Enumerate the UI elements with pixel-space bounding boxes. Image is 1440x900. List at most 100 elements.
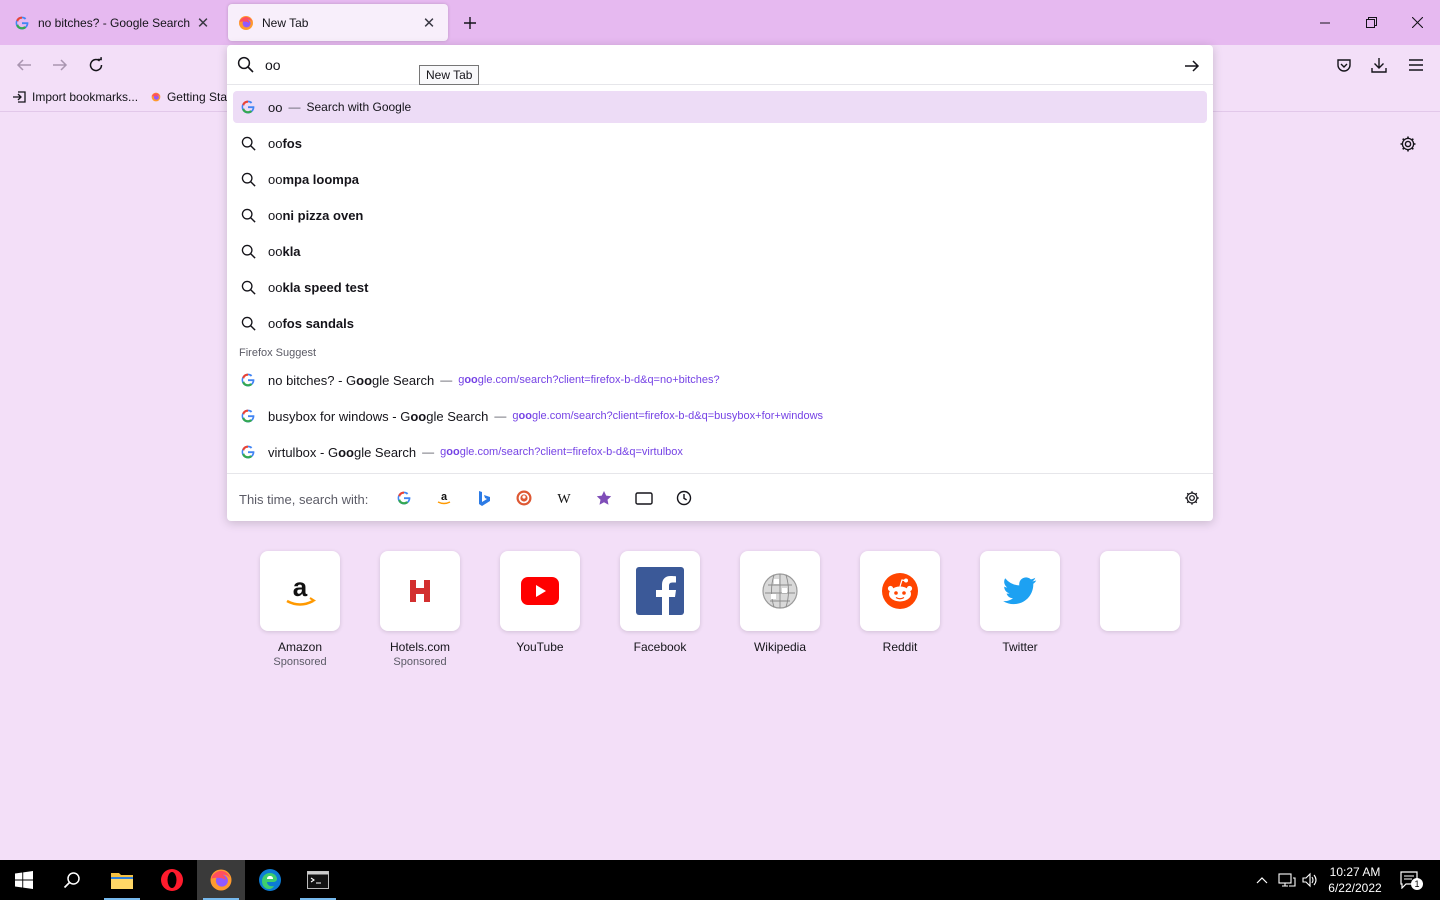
firefox-icon <box>151 92 161 102</box>
duckduckgo-icon[interactable] <box>513 487 535 509</box>
opera-button[interactable] <box>148 860 196 900</box>
history-url: google.com/search?client=firefox-b-d&q=b… <box>512 410 824 422</box>
import-icon <box>13 91 26 103</box>
firefox-taskbar-button[interactable] <box>197 860 245 900</box>
suggestion-row[interactable]: oo kla <box>233 235 1207 267</box>
result-search-with-google[interactable]: oo — Search with Google <box>233 91 1207 123</box>
firefox-icon <box>210 869 232 891</box>
history-icon[interactable] <box>673 487 695 509</box>
wikipedia-icon[interactable]: W <box>553 487 575 509</box>
suggestion-completion: ni pizza oven <box>282 207 364 223</box>
system-clock[interactable]: 10:27 AM 6/22/2022 <box>1322 864 1388 896</box>
svg-text:a: a <box>293 572 308 602</box>
tab-google-search[interactable]: no bitches? - Google Search ✕ <box>4 4 222 41</box>
gear-icon <box>1400 136 1416 152</box>
show-hidden-icons-button[interactable] <box>1252 870 1272 890</box>
action-center-button[interactable]: 1 <box>1398 870 1423 890</box>
terminal-icon <box>307 871 329 889</box>
windows-taskbar: 10:27 AM 6/22/2022 1 <box>0 860 1440 900</box>
amazon-icon[interactable]: a <box>433 487 455 509</box>
svg-text:a: a <box>441 491 448 503</box>
suggestion-row[interactable]: oo kla speed test <box>233 271 1207 303</box>
top-site-youtube[interactable]: YouTube <box>500 551 580 654</box>
bookmark-getting-started[interactable]: Getting Sta <box>151 90 227 104</box>
tile-label: Facebook <box>633 640 687 654</box>
network-button[interactable] <box>1277 870 1297 890</box>
minimize-button[interactable] <box>1302 0 1348 45</box>
restore-button[interactable] <box>1348 0 1394 45</box>
terminal-button[interactable] <box>294 860 342 900</box>
tabs-icon[interactable] <box>633 487 655 509</box>
suggestion-typed: oo <box>268 135 283 151</box>
bookmark-label: Import bookmarks... <box>32 90 139 104</box>
close-window-button[interactable] <box>1394 0 1440 45</box>
history-row[interactable]: virtulbox - Google Search — google.com/s… <box>233 436 1207 468</box>
top-site-amazon[interactable]: a Amazon Sponsored <box>260 551 340 668</box>
speaker-icon <box>1302 872 1317 888</box>
suggestion-completion: mpa loompa <box>282 171 360 187</box>
search-settings-gear-icon[interactable] <box>1181 487 1203 509</box>
suggestion-typed: oo <box>268 279 283 295</box>
suggestion-row[interactable]: oo fos sandals <box>233 307 1207 339</box>
folder-icon <box>111 873 133 889</box>
facebook-icon <box>620 551 700 631</box>
suggestion-completion: kla <box>282 243 301 259</box>
suggestion-row[interactable]: oo ni pizza oven <box>233 199 1207 231</box>
close-icon[interactable]: ✕ <box>194 14 212 32</box>
tab-title: no bitches? - Google Search <box>38 15 191 30</box>
app-menu-button[interactable] <box>1402 51 1430 79</box>
top-site-reddit[interactable]: Reddit <box>860 551 940 654</box>
top-site-hotels[interactable]: Hotels.com Sponsored <box>380 551 460 668</box>
start-button[interactable] <box>0 860 48 900</box>
wikipedia-icon <box>740 551 820 631</box>
suggestion-row[interactable]: oo mpa loompa <box>233 163 1207 195</box>
clock-time: 10:27 AM <box>1329 865 1381 879</box>
google-icon[interactable] <box>393 487 415 509</box>
one-off-label: This time, search with: <box>239 492 369 507</box>
notification-count: 1 <box>1411 878 1423 890</box>
tab-strip: no bitches? - Google Search ✕ New Tab ✕ <box>0 0 1440 45</box>
top-site-facebook[interactable]: Facebook <box>620 551 700 654</box>
top-site-twitter[interactable]: Twitter <box>980 551 1060 654</box>
volume-button[interactable] <box>1300 870 1320 890</box>
taskbar-search-button[interactable] <box>48 860 96 900</box>
reload-button[interactable] <box>82 51 110 79</box>
firefox-suggest-header: Firefox Suggest <box>239 347 317 359</box>
personalize-button[interactable] <box>1396 132 1420 156</box>
bookmarks-icon[interactable] <box>593 487 615 509</box>
empty-tile <box>1100 551 1180 631</box>
tile-label: Hotels.com <box>389 640 451 654</box>
new-tab-button[interactable] <box>458 11 482 35</box>
pocket-button[interactable] <box>1330 51 1358 79</box>
history-url: google.com/search?client=firefox-b-d&q=n… <box>458 374 720 386</box>
edge-button[interactable] <box>246 860 294 900</box>
google-icon <box>240 372 256 388</box>
file-explorer-button[interactable] <box>98 860 146 900</box>
urlbar-input[interactable] <box>265 54 1145 76</box>
top-site-wikipedia[interactable]: Wikipedia <box>740 551 820 654</box>
downloads-button[interactable] <box>1365 51 1393 79</box>
svg-text:W: W <box>557 492 571 505</box>
search-icon <box>240 315 256 331</box>
go-button[interactable] <box>1181 55 1203 77</box>
back-button[interactable] <box>10 51 38 79</box>
bookmark-import[interactable]: Import bookmarks... <box>12 90 138 104</box>
bing-icon[interactable] <box>473 487 495 509</box>
suggestion-row[interactable]: oo fos <box>233 127 1207 159</box>
forward-button[interactable] <box>46 51 74 79</box>
search-icon <box>240 135 256 151</box>
google-icon <box>14 15 30 31</box>
google-icon <box>240 408 256 424</box>
tab-new-tab[interactable]: New Tab ✕ <box>228 4 448 41</box>
close-icon[interactable]: ✕ <box>420 14 438 32</box>
result-action: Search with Google <box>306 100 412 114</box>
history-row[interactable]: busybox for windows - Google Search — go… <box>233 400 1207 432</box>
suggestion-typed: oo <box>268 207 283 223</box>
top-site-empty[interactable] <box>1100 551 1180 631</box>
youtube-icon <box>500 551 580 631</box>
tile-label: YouTube <box>516 640 564 654</box>
tile-label: Wikipedia <box>753 640 807 654</box>
history-row[interactable]: no bitches? - Google Search — google.com… <box>233 364 1207 396</box>
search-icon <box>63 872 80 889</box>
search-icon <box>237 56 254 78</box>
